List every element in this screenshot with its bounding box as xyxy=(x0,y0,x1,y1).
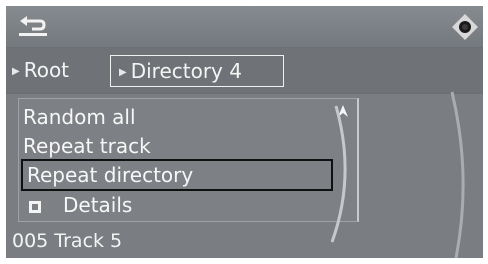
triangle-right-icon: ▶ xyxy=(12,66,20,77)
breadcrumb-root[interactable]: ▶ Root xyxy=(12,53,69,87)
menu-item-details[interactable]: Details xyxy=(29,191,132,219)
current-track: 005 Track 5 xyxy=(12,230,123,252)
menu-item-label: Repeat directory xyxy=(27,163,194,187)
breadcrumb: ▶ Root ▶ Directory 4 xyxy=(6,48,483,92)
menu-item-label: Random all xyxy=(23,105,136,129)
title-bar xyxy=(6,6,483,47)
menu-item-repeat-track[interactable]: Repeat track xyxy=(23,132,151,160)
scroll-up-arrow-icon xyxy=(338,105,348,117)
triangle-right-icon: ▶ xyxy=(119,67,127,78)
checkbox-icon xyxy=(29,201,41,213)
menu-item-label: Repeat track xyxy=(23,134,151,158)
options-menu: Random all Repeat track Repeat directory… xyxy=(18,98,359,222)
breadcrumb-directory-label: Directory 4 xyxy=(130,59,242,83)
menu-item-label: Details xyxy=(63,193,133,217)
content-area: Random all Repeat track Repeat directory… xyxy=(6,94,483,258)
breadcrumb-root-label: Root xyxy=(23,58,70,82)
breadcrumb-directory[interactable]: ▶ Directory 4 xyxy=(110,55,284,87)
back-arrow-icon[interactable] xyxy=(18,15,48,37)
menu-item-repeat-directory[interactable]: Repeat directory xyxy=(21,159,333,191)
idrive-screen: ▶ Root ▶ Directory 4 Random all Repeat tra… xyxy=(6,6,483,258)
menu-item-random-all[interactable]: Random all xyxy=(23,103,136,131)
controller-knob-icon xyxy=(452,14,478,40)
